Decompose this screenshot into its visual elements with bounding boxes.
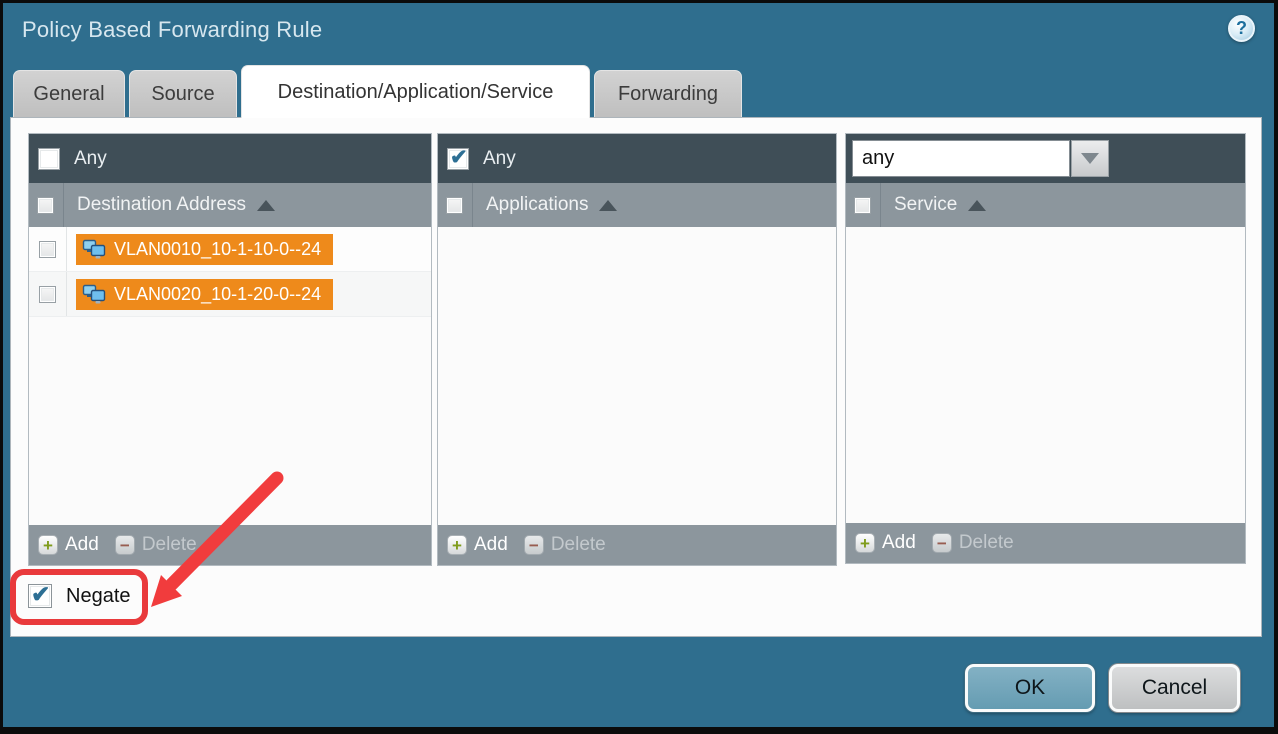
applications-footer: + Add − Delete bbox=[438, 525, 836, 565]
destination-any-checkbox[interactable] bbox=[38, 148, 60, 170]
service-dropdown-bar: any bbox=[846, 134, 1245, 183]
tab-source[interactable]: Source bbox=[129, 70, 237, 117]
table-row[interactable]: VLAN0020_10-1-20-0--24 bbox=[29, 272, 431, 317]
dropdown-button[interactable] bbox=[1071, 140, 1109, 177]
annotation-highlight-box bbox=[10, 569, 148, 625]
destination-select-all-checkbox[interactable] bbox=[37, 197, 54, 214]
tab-label: Forwarding bbox=[618, 83, 718, 106]
row-checkbox-cell bbox=[29, 227, 67, 271]
applications-panel: Any Applications + Add − Delete bbox=[437, 133, 837, 566]
dialog-title: Policy Based Forwarding Rule bbox=[22, 17, 322, 43]
address-object-chip[interactable]: VLAN0010_10-1-10-0--24 bbox=[76, 234, 333, 265]
applications-select-all-checkbox[interactable] bbox=[446, 197, 463, 214]
delete-button[interactable]: − Delete bbox=[932, 532, 1014, 554]
add-label: Add bbox=[474, 534, 508, 556]
destination-list: VLAN0010_10-1-10-0--24 VLAN bbox=[29, 227, 431, 525]
destination-address-panel: Any Destination Address bbox=[28, 133, 432, 566]
minus-icon: − bbox=[932, 533, 952, 553]
plus-icon: + bbox=[447, 535, 467, 555]
sort-ascending-icon bbox=[599, 200, 617, 211]
service-column-header[interactable]: Service bbox=[846, 183, 1245, 227]
applications-list bbox=[438, 227, 836, 525]
applications-any-bar: Any bbox=[438, 134, 836, 183]
address-object-label: VLAN0010_10-1-10-0--24 bbox=[114, 239, 321, 260]
cancel-button-label: Cancel bbox=[1142, 676, 1207, 700]
add-button[interactable]: + Add bbox=[447, 534, 508, 556]
plus-icon: + bbox=[38, 535, 58, 555]
sort-ascending-icon bbox=[257, 200, 275, 211]
destination-any-bar: Any bbox=[29, 134, 431, 183]
service-footer: + Add − Delete bbox=[846, 523, 1245, 563]
service-mode-dropdown[interactable]: any bbox=[852, 140, 1109, 177]
delete-label: Delete bbox=[142, 534, 197, 556]
applications-column-header[interactable]: Applications bbox=[438, 183, 836, 227]
applications-any-label: Any bbox=[483, 148, 516, 170]
row-checkbox[interactable] bbox=[39, 241, 56, 258]
tab-content-panel: Any Destination Address bbox=[10, 117, 1262, 637]
chevron-down-icon bbox=[1081, 153, 1099, 164]
service-header-label: Service bbox=[894, 194, 957, 216]
service-list bbox=[846, 227, 1245, 523]
network-icon bbox=[82, 284, 107, 305]
add-button[interactable]: + Add bbox=[855, 532, 916, 554]
plus-icon: + bbox=[855, 533, 875, 553]
tab-forwarding[interactable]: Forwarding bbox=[594, 70, 742, 117]
minus-icon: − bbox=[524, 535, 544, 555]
delete-button[interactable]: − Delete bbox=[524, 534, 606, 556]
add-label: Add bbox=[65, 534, 99, 556]
tab-label: General bbox=[33, 83, 104, 106]
address-object-chip[interactable]: VLAN0020_10-1-20-0--24 bbox=[76, 279, 333, 310]
service-select-all-checkbox[interactable] bbox=[854, 197, 871, 214]
delete-button[interactable]: − Delete bbox=[115, 534, 197, 556]
add-label: Add bbox=[882, 532, 916, 554]
tab-destination-application-service[interactable]: Destination/Application/Service bbox=[241, 65, 590, 118]
tab-general[interactable]: General bbox=[13, 70, 125, 117]
sort-ascending-icon bbox=[968, 200, 986, 211]
service-panel: any Service + Add − bbox=[845, 133, 1246, 564]
address-object-label: VLAN0020_10-1-20-0--24 bbox=[114, 284, 321, 305]
add-button[interactable]: + Add bbox=[38, 534, 99, 556]
help-icon[interactable]: ? bbox=[1228, 15, 1255, 42]
delete-label: Delete bbox=[959, 532, 1014, 554]
table-row[interactable]: VLAN0010_10-1-10-0--24 bbox=[29, 227, 431, 272]
network-icon bbox=[82, 239, 107, 260]
destination-any-label: Any bbox=[74, 148, 107, 170]
minus-icon: − bbox=[115, 535, 135, 555]
header-divider bbox=[63, 183, 64, 227]
row-checkbox[interactable] bbox=[39, 286, 56, 303]
tab-label: Source bbox=[151, 83, 214, 106]
delete-label: Delete bbox=[551, 534, 606, 556]
ok-button-label: OK bbox=[1015, 676, 1045, 700]
ok-button[interactable]: OK bbox=[965, 664, 1095, 712]
header-divider bbox=[472, 183, 473, 227]
service-dropdown-value[interactable]: any bbox=[852, 140, 1070, 177]
row-checkbox-cell bbox=[29, 272, 67, 316]
applications-header-label: Applications bbox=[486, 194, 588, 216]
destination-footer: + Add − Delete bbox=[29, 525, 431, 565]
destination-header-label: Destination Address bbox=[77, 194, 246, 216]
destination-column-header[interactable]: Destination Address bbox=[29, 183, 431, 227]
tab-label: Destination/Application/Service bbox=[278, 81, 554, 104]
applications-any-checkbox[interactable] bbox=[447, 148, 469, 170]
cancel-button[interactable]: Cancel bbox=[1109, 664, 1240, 712]
header-divider bbox=[880, 183, 881, 227]
dialog-window: Policy Based Forwarding Rule ? General S… bbox=[0, 0, 1278, 734]
